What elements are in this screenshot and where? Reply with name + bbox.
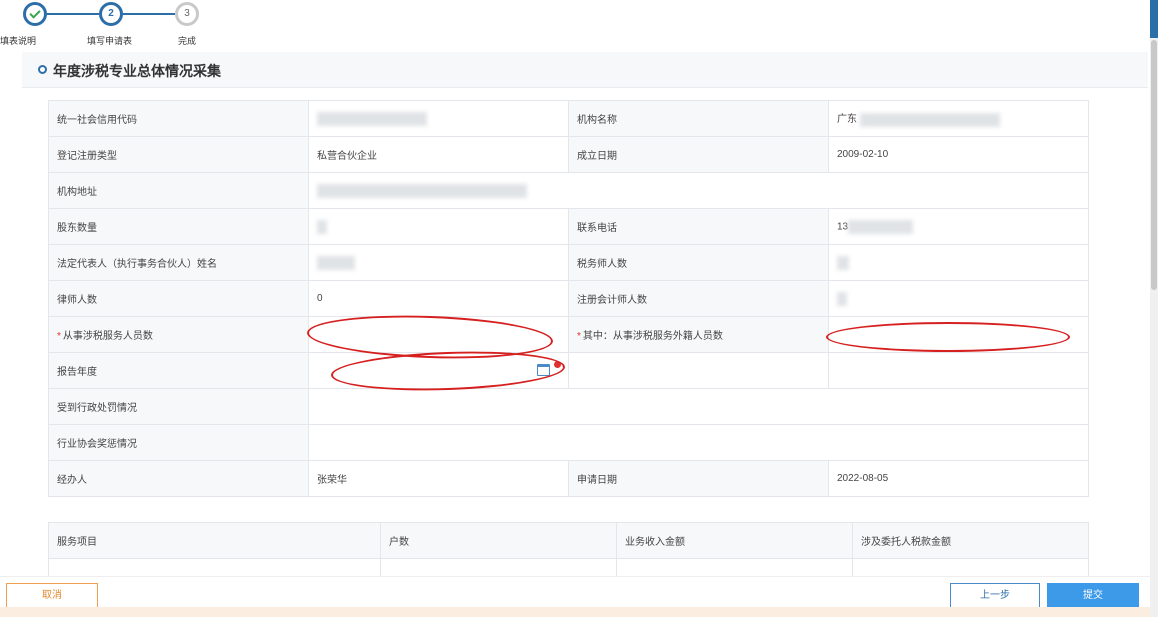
table-row: 律师人数 0 注册会计师人数 <box>48 280 1089 317</box>
table-row: 登记注册类型 私营合伙企业 成立日期 2009-02-10 <box>48 136 1089 173</box>
scrollbar-top <box>1150 0 1158 38</box>
phone-label: 联系电话 <box>568 208 829 245</box>
apply-date-value: 2022-08-05 <box>828 460 1089 497</box>
scrollbar-thumb[interactable] <box>1151 40 1157 290</box>
table-row: 经办人 张荣华 申请日期 2022-08-05 <box>48 460 1089 497</box>
application-page: 2 3 填表说明 填写申请表 完成 年度涉税专业总体情况采集 统一社会信用代码 … <box>0 0 1158 617</box>
credit-code-value <box>308 100 569 137</box>
col-header-service: 服务项目 <box>48 522 381 559</box>
step-1-check-icon <box>23 2 47 26</box>
founded-value: 2009-02-10 <box>828 136 1089 173</box>
progress-stepper: 2 3 填表说明 填写申请表 完成 <box>0 0 220 50</box>
handler-label: 经办人 <box>48 460 309 497</box>
address-label: 机构地址 <box>48 172 309 209</box>
col-header-revenue: 业务收入金额 <box>616 522 853 559</box>
reg-type-label: 登记注册类型 <box>48 136 309 173</box>
step-2-label: 填写申请表 <box>87 36 133 46</box>
founded-label: 成立日期 <box>568 136 829 173</box>
required-mark: * <box>57 331 61 342</box>
submit-button[interactable]: 提交 <box>1047 583 1139 608</box>
phone-value: 13 <box>828 208 1089 245</box>
step-2-circle: 2 <box>99 2 123 26</box>
cancel-button[interactable]: 取消 <box>6 583 98 608</box>
org-name-value: 广东 <box>828 100 1089 137</box>
reg-type-value: 私营合伙企业 <box>308 136 569 173</box>
foreign-staff-label: * 其中：从事涉税服务外籍人员数 <box>568 316 829 353</box>
table-row: 受到行政处罚情况 <box>48 388 1089 425</box>
table-row: 机构地址 <box>48 172 1089 209</box>
table-row: 法定代表人（执行事务合伙人）姓名 税务师人数 <box>48 244 1089 281</box>
previous-step-button[interactable]: 上一步 <box>950 583 1040 608</box>
report-year-input[interactable] <box>308 352 569 389</box>
footer-strip <box>0 607 1150 617</box>
lawyers-value: 0 <box>308 280 569 317</box>
foreign-staff-input[interactable] <box>828 316 1089 353</box>
step-connector <box>47 13 99 15</box>
step-3-circle: 3 <box>175 2 199 26</box>
vertical-scrollbar[interactable] <box>1150 0 1158 617</box>
table-header-row: 服务项目 户数 业务收入金额 涉及委托人税款金额 <box>48 522 1089 559</box>
step-connector <box>123 13 175 15</box>
section-bullet-icon <box>38 65 47 74</box>
calendar-icon[interactable] <box>537 364 550 376</box>
table-row: 行业协会奖惩情况 <box>48 424 1089 461</box>
section-title: 年度涉税专业总体情况采集 <box>53 63 221 79</box>
handler-value: 张荣华 <box>308 460 569 497</box>
shareholders-value <box>308 208 569 245</box>
cpa-label: 注册会计师人数 <box>568 280 829 317</box>
report-year-label: 报告年度 <box>48 352 309 389</box>
section-header: 年度涉税专业总体情况采集 <box>22 52 1148 88</box>
tax-agents-value <box>828 244 1089 281</box>
address-value <box>308 172 1089 209</box>
penalty-input[interactable] <box>308 388 1089 425</box>
lawyers-label: 律师人数 <box>48 280 309 317</box>
table-row: 统一社会信用代码 机构名称 广东 <box>48 100 1089 137</box>
credit-code-label: 统一社会信用代码 <box>48 100 309 137</box>
empty-cell <box>568 352 829 389</box>
penalty-label: 受到行政处罚情况 <box>48 388 309 425</box>
col-header-tax-amount: 涉及委托人税款金额 <box>852 522 1089 559</box>
table-row: * 从事涉税服务人员数 * 其中：从事涉税服务外籍人员数 <box>48 316 1089 353</box>
step-3-label: 完成 <box>178 36 197 46</box>
tax-staff-input[interactable] <box>308 316 569 353</box>
table-row: 股东数量 联系电话 13 <box>48 208 1089 245</box>
legal-rep-value <box>308 244 569 281</box>
required-mark: * <box>577 331 581 342</box>
legal-rep-label: 法定代表人（执行事务合伙人）姓名 <box>48 244 309 281</box>
awards-label: 行业协会奖惩情况 <box>48 424 309 461</box>
phone-text: 13 <box>837 221 849 233</box>
tax-agents-label: 税务师人数 <box>568 244 829 281</box>
service-table: 服务项目 户数 业务收入金额 涉及委托人税款金额 <box>48 522 1089 579</box>
org-name-text: 广东 <box>837 114 857 126</box>
col-header-households: 户数 <box>380 522 617 559</box>
step-1-label: 填表说明 <box>0 36 37 46</box>
awards-input[interactable] <box>308 424 1089 461</box>
apply-date-label: 申请日期 <box>568 460 829 497</box>
table-row: 报告年度 <box>48 352 1089 389</box>
tax-staff-label: * 从事涉税服务人员数 <box>48 316 309 353</box>
org-info-table: 统一社会信用代码 机构名称 广东 登记注册类型 私营合伙企业 成立日期 2009… <box>48 100 1089 497</box>
error-indicator-icon <box>554 361 561 368</box>
foreign-staff-label-text: 其中：从事涉税服务外籍人员数 <box>582 331 723 342</box>
cpa-value <box>828 280 1089 317</box>
org-name-label: 机构名称 <box>568 100 829 137</box>
tax-staff-label-text: 从事涉税服务人员数 <box>62 331 153 342</box>
empty-cell <box>828 352 1089 389</box>
shareholders-label: 股东数量 <box>48 208 309 245</box>
